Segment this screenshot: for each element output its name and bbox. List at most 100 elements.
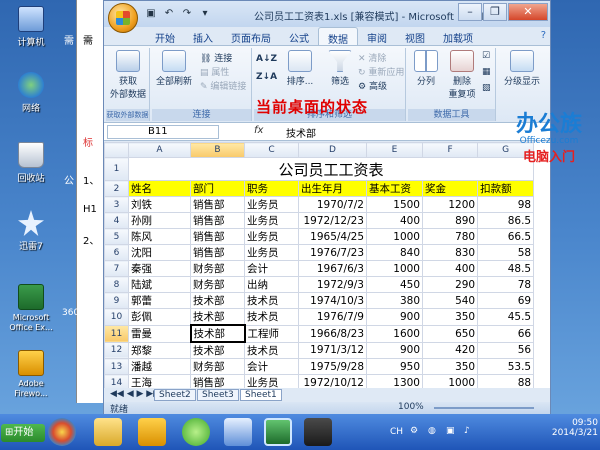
excel-taskbar-icon[interactable] [264, 418, 292, 446]
tray-icon[interactable]: ▣ [446, 426, 455, 436]
ime-indicator[interactable]: CH [390, 427, 403, 437]
tab-review[interactable]: 审阅 [358, 27, 396, 45]
table-cell[interactable]: 1965/4/25 [298, 228, 367, 245]
sheet-tab[interactable]: Sheet2 [154, 389, 196, 401]
table-cell[interactable]: 88 [477, 374, 535, 388]
table-cell[interactable]: 56 [477, 341, 535, 359]
table-cell[interactable]: 技术员 [244, 341, 299, 359]
table-cell[interactable]: 1600 [366, 324, 423, 343]
table-cell[interactable]: 潘越 [128, 358, 191, 375]
title-bar[interactable]: ▣ ↶ ↷ ▾ 公司员工工资表1.xls [兼容模式] - Microsoft … [104, 1, 550, 33]
worksheet-grid[interactable]: A B C D E F G 1 公司员工工资表 2 姓名 部门 职务 出生年月 … [104, 142, 550, 388]
table-cell[interactable]: 彭佩 [128, 308, 191, 326]
table-cell[interactable]: 技术部 [189, 324, 246, 343]
table-cell[interactable]: 540 [421, 292, 479, 309]
connections-button[interactable]: ⛓ 连接 [200, 51, 232, 64]
tab-view[interactable]: 视图 [396, 27, 434, 45]
table-cell[interactable]: 技术部 [190, 341, 245, 359]
row-header[interactable]: 5 [104, 228, 129, 245]
table-cell[interactable]: 1500 [366, 196, 423, 213]
tray-icon[interactable]: ◍ [428, 426, 436, 436]
tray-icon[interactable]: ⚙ [410, 426, 418, 436]
customize-qat-icon[interactable]: ▾ [198, 7, 212, 20]
minimize-button[interactable]: – [458, 3, 482, 21]
row-header[interactable]: 9 [104, 292, 129, 309]
header-cell[interactable]: 职务 [244, 180, 299, 197]
table-cell[interactable]: 技术部 [190, 292, 245, 309]
app-icon[interactable] [304, 418, 332, 446]
table-cell[interactable]: 雷曼 [128, 324, 191, 343]
table-cell[interactable]: 53.5 [477, 358, 535, 375]
table-cell[interactable]: 1972/9/3 [298, 276, 367, 293]
desktop-icon-network[interactable]: 网络 [2, 72, 60, 114]
table-cell[interactable]: 400 [421, 260, 479, 277]
table-cell[interactable]: 会计 [244, 260, 299, 277]
table-cell[interactable]: 销售部 [190, 374, 245, 388]
table-cell[interactable]: 66.5 [477, 228, 535, 245]
tab-insert[interactable]: 插入 [184, 27, 222, 45]
sort-desc-icon[interactable]: Z↓A [256, 72, 277, 82]
what-if-icon[interactable]: ▧ [482, 83, 491, 93]
tab-formulas[interactable]: 公式 [280, 27, 318, 45]
table-cell[interactable]: 1966/8/23 [298, 324, 367, 343]
reapply-button[interactable]: ↻ 重新应用 [358, 65, 404, 78]
table-cell[interactable]: 78 [477, 276, 535, 293]
advanced-button[interactable]: ⚙ 高级 [358, 79, 387, 92]
desktop-icon-thunder[interactable]: 迅雷7 [2, 210, 60, 252]
fx-icon[interactable]: fx [254, 125, 263, 136]
folder-icon[interactable] [94, 418, 122, 446]
get-external-data-button[interactable]: 获取 外部数据 [106, 50, 150, 100]
row-header[interactable]: 3 [104, 196, 129, 213]
table-cell[interactable]: 1976/7/23 [298, 244, 367, 261]
office-button[interactable] [108, 3, 138, 33]
row-header[interactable]: 7 [104, 260, 129, 277]
cell-table[interactable]: A B C D E F G 1 公司员工工资表 2 姓名 部门 职务 出生年月 … [104, 142, 535, 388]
formula-input[interactable]: 技术部 [286, 125, 316, 140]
speaker-icon[interactable]: ♪ [464, 426, 470, 436]
browser-360-icon[interactable] [48, 418, 76, 446]
table-cell[interactable]: 工程师 [244, 324, 299, 343]
table-cell[interactable]: 350 [421, 358, 479, 375]
table-cell[interactable]: 1974/10/3 [298, 292, 367, 309]
table-cell[interactable]: 业务员 [244, 244, 299, 261]
word-icon[interactable] [224, 418, 252, 446]
undo-icon[interactable]: ↶ [162, 7, 176, 20]
start-button[interactable]: ⊞开始 [1, 424, 45, 442]
table-cell[interactable]: 王海 [128, 374, 191, 388]
header-cell[interactable]: 姓名 [128, 180, 191, 197]
table-cell[interactable]: 孙刚 [128, 212, 191, 229]
row-header[interactable]: 2 [104, 180, 129, 197]
table-cell[interactable]: 业务员 [244, 196, 299, 213]
consolidate-icon[interactable]: ▦ [482, 67, 491, 77]
help-icon[interactable]: ? [532, 27, 550, 45]
table-cell[interactable]: 1972/10/12 [298, 374, 367, 388]
outline-button[interactable]: 分级显示 [500, 50, 544, 87]
table-cell[interactable]: 66 [477, 324, 535, 343]
table-cell[interactable]: 840 [366, 244, 423, 261]
properties-button[interactable]: ▤ 属性 [200, 65, 229, 78]
row-header[interactable]: 8 [104, 276, 129, 293]
fireworks-icon[interactable] [138, 418, 166, 446]
table-cell[interactable]: 1300 [366, 374, 423, 388]
zoom-level[interactable]: 100% [398, 402, 424, 412]
ie-icon[interactable] [182, 418, 210, 446]
table-cell[interactable]: 350 [421, 308, 479, 326]
table-cell[interactable]: 1970/7/2 [298, 196, 367, 213]
remove-duplicates-button[interactable]: 删除 重复项 [442, 50, 482, 100]
table-cell[interactable]: 780 [421, 228, 479, 245]
row-header[interactable]: 1 [104, 157, 129, 181]
table-cell[interactable]: 1200 [421, 196, 479, 213]
header-cell[interactable]: 基本工资 [366, 180, 423, 197]
row-header[interactable]: 13 [104, 358, 129, 375]
header-cell[interactable]: 奖金 [421, 180, 479, 197]
table-cell[interactable]: 1972/12/23 [298, 212, 367, 229]
table-cell[interactable]: 销售部 [190, 196, 245, 213]
background-window[interactable]: 需 标 1、 H1 2、 [76, 0, 106, 403]
zoom-slider[interactable] [434, 407, 534, 409]
table-cell[interactable]: 86.5 [477, 212, 535, 229]
table-cell[interactable]: 1976/7/9 [298, 308, 367, 326]
save-icon[interactable]: ▣ [144, 7, 158, 20]
table-cell[interactable]: 技术部 [190, 308, 245, 326]
text-to-columns-button[interactable]: 分列 [408, 50, 444, 87]
table-cell[interactable]: 秦强 [128, 260, 191, 277]
